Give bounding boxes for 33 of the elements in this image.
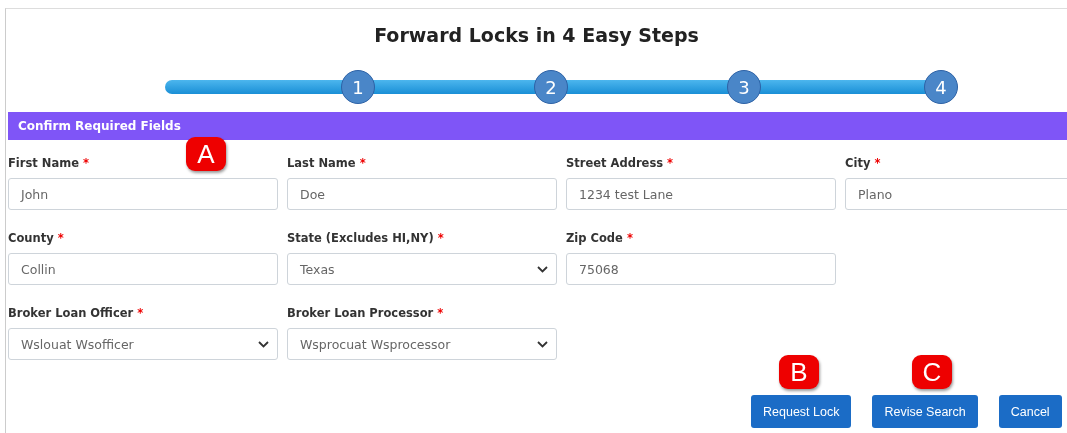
callout-marker: A (186, 137, 226, 171)
chevron-down-icon (258, 340, 269, 348)
step-circle[interactable]: 4 (924, 70, 958, 104)
field-label: Last Name * (287, 156, 367, 170)
field-label: Broker Loan Processor * (287, 306, 445, 320)
action-button[interactable]: Cancel (998, 395, 1062, 428)
field-label: City * (845, 156, 882, 170)
select-field[interactable]: Texas (287, 253, 557, 285)
chevron-down-icon (537, 340, 548, 348)
input-field[interactable]: John (8, 178, 278, 210)
input-field[interactable]: 75068 (566, 253, 836, 285)
field-label: State (Excludes HI,NY) * (287, 231, 445, 245)
step-circle[interactable]: 2 (534, 70, 568, 104)
input-field[interactable]: Plano (845, 178, 1067, 210)
field-label: Zip Code * (566, 231, 634, 245)
step-circle[interactable]: 3 (727, 70, 761, 104)
callout-marker: B (779, 355, 819, 389)
action-button[interactable]: Revise Search (872, 395, 978, 428)
step-circle[interactable]: 1 (341, 70, 375, 104)
callout-marker: C (912, 355, 952, 389)
select-field[interactable]: Wslouat Wsofficer (8, 328, 278, 360)
page-title: Forward Locks in 4 Easy Steps (373, 24, 700, 46)
select-field[interactable]: Wsprocuat Wsprocessor (287, 328, 557, 360)
input-field[interactable]: 1234 test Lane (566, 178, 836, 210)
action-button[interactable]: Request Lock (751, 395, 852, 428)
section-title: Confirm Required Fields (18, 119, 181, 133)
chevron-down-icon (537, 265, 548, 273)
input-field[interactable]: Doe (287, 178, 557, 210)
field-label: Broker Loan Officer * (8, 306, 145, 320)
field-label: Street Address * (566, 156, 675, 170)
field-label: County * (8, 231, 65, 245)
field-label: First Name * (8, 156, 90, 170)
input-field[interactable]: Collin (8, 253, 278, 285)
